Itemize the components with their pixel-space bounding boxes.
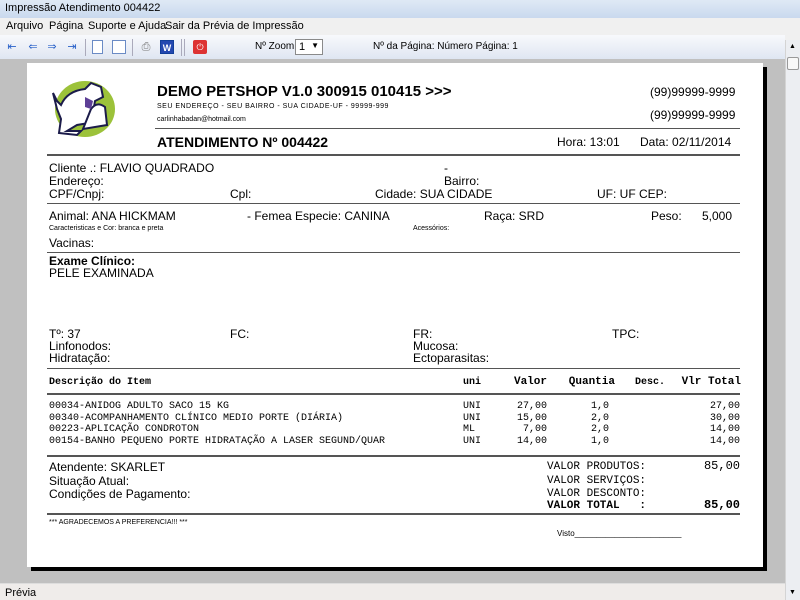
phone-2: (99)99999-9999 [650, 108, 736, 122]
two-pages-icon[interactable] [112, 40, 126, 54]
valor-produtos-label: VALOR PRODUTOS: [547, 461, 647, 473]
caracteristicas: Caracteristicas e Cor: branca e preta [49, 225, 164, 232]
window-title: Impressão Atendimento 004422 [0, 0, 800, 18]
company-email: carlinhabadan@hotmail.com [157, 116, 246, 123]
item-description: 00154-BANHO PEQUENO PORTE HIDRATAÇÃO A L… [49, 435, 386, 447]
cidade: Cidade: SUA CIDADE [375, 187, 493, 201]
close-preview-icon[interactable]: ⏻ [193, 40, 207, 54]
col-descricao: Descrição do Item [49, 377, 152, 388]
col-valor: Valor [513, 376, 547, 388]
bairro: Bairro: [444, 174, 480, 188]
item-description: 00034-ANIDOG ADULTO SACO 15 KG [49, 401, 230, 412]
first-page-icon[interactable]: ⇤ [5, 40, 19, 54]
visto-signature-line: Visto________________________ [557, 529, 682, 538]
raca: Raça: SRD [484, 209, 545, 223]
animal: Animal: ANA HICKMAM [49, 209, 176, 223]
petshop-logo [52, 81, 115, 137]
cpf: CPF/Cnpj: [49, 187, 105, 201]
valor-total: 85,00 [703, 498, 740, 512]
atendente: Atendente: SKARLET [49, 460, 166, 474]
company-address: SEU ENDEREÇO - SEU BAIRRO - SUA CIDADE-U… [157, 103, 389, 110]
cpl: Cpl: [230, 187, 252, 201]
item-quantity: 2,0 [590, 424, 609, 435]
item-value: 7,00 [522, 424, 547, 435]
menu-arquivo[interactable]: Arquivo [6, 20, 43, 32]
item-description: 00340-ACOMPANHAMENTO CLÍNICO MEDIO PORTE… [49, 412, 344, 424]
print-icon[interactable]: ⎙ [139, 40, 153, 54]
item-quantity: 1,0 [590, 401, 609, 412]
zoom-value: 1 [299, 41, 306, 53]
word-export-icon[interactable]: W [160, 40, 174, 54]
report-page: DEMO PETSHOP V1.0 300915 010415 >>> SEU … [27, 63, 763, 567]
item-value: 27,00 [516, 401, 547, 412]
cliente-dash: - [444, 161, 448, 175]
peso: 5,000 [702, 209, 733, 223]
col-quantia: Quantia [568, 376, 615, 388]
agradecimento: *** AGRADECEMOS A PREFERENCIA!!! *** [49, 519, 188, 526]
item-quantity: 2,0 [590, 412, 609, 424]
company-name: DEMO PETSHOP V1.0 300915 010415 >>> [157, 83, 452, 100]
menu-pagina[interactable]: Página [49, 20, 83, 32]
scroll-up-icon[interactable]: ▲ [789, 43, 796, 50]
hidratacao: Hidratação: [49, 351, 111, 365]
menu-sair[interactable]: Sair da Prévia de Impressão [165, 20, 304, 32]
item-unit: ML [463, 424, 476, 435]
item-total: 30,00 [709, 412, 740, 424]
single-page-icon[interactable] [92, 40, 103, 54]
item-unit: UNI [463, 401, 482, 412]
menu-bar: Arquivo Página Suporte e Ajuda Sair da P… [0, 18, 800, 35]
valor-produtos: 85,00 [703, 459, 740, 473]
chevron-down-icon: ▼ [311, 41, 319, 50]
toolbar: ⇤ ⇐ ⇒ ⇥ ⎙ W ⏻ Nº Zoom 1 ▼ Nº da Página: N… [0, 35, 785, 59]
hora: Hora: 13:01 [557, 135, 620, 149]
status-bar: Prévia [0, 583, 785, 600]
item-total: 27,00 [709, 401, 740, 412]
report-title: ATENDIMENTO Nº 004422 [157, 134, 329, 150]
item-total: 14,00 [709, 424, 740, 435]
item-unit: UNI [463, 412, 482, 424]
col-total: Vlr Total [681, 376, 741, 388]
data: Data: 02/11/2014 [640, 135, 732, 149]
valor-servicos-label: VALOR SERVIÇOS: [547, 475, 647, 487]
sexo-especie: - Femea Especie: CANINA [247, 209, 390, 223]
col-uni: uni [463, 377, 482, 388]
valor-total-label: VALOR TOTAL : [547, 500, 647, 512]
exame: PELE EXAMINADA [49, 266, 154, 280]
col-desc: Desc. [635, 377, 666, 388]
condicoes-pagamento: Condições de Pagamento: [49, 487, 191, 501]
prev-page-icon[interactable]: ⇐ [26, 40, 40, 54]
page-number-label: Nº da Página: Número Página: 1 [373, 41, 518, 52]
item-value: 14,00 [516, 435, 547, 447]
ectoparasitas: Ectoparasitas: [413, 351, 490, 365]
scroll-down-icon[interactable]: ▼ [789, 589, 796, 596]
acessorios: Acessórios: [413, 225, 450, 232]
situacao: Situação Atual: [49, 474, 130, 488]
zoom-select[interactable]: 1 ▼ [295, 39, 323, 55]
endereco: Endereço: [49, 174, 104, 188]
zoom-label: Nº Zoom [255, 41, 295, 52]
item-value: 15,00 [516, 412, 547, 424]
vertical-scrollbar[interactable]: ▲ ▼ [785, 40, 800, 600]
item-unit: UNI [463, 435, 482, 447]
uf-cep: UF: UF CEP: [597, 187, 668, 201]
vacinas: Vacinas: [49, 236, 95, 250]
item-description: 00223-APLICAÇÃO CONDROTON [49, 424, 200, 435]
scroll-thumb[interactable] [787, 57, 799, 70]
next-page-icon[interactable]: ⇒ [45, 40, 59, 54]
item-quantity: 1,0 [590, 435, 609, 447]
valor-desconto-label: VALOR DESCONTO: [547, 488, 647, 500]
fc: FC: [230, 327, 250, 341]
menu-suporte[interactable]: Suporte e Ajuda [88, 20, 166, 32]
tpc: TPC: [612, 327, 640, 341]
item-total: 14,00 [709, 435, 740, 447]
last-page-icon[interactable]: ⇥ [65, 40, 79, 54]
phone-1: (99)99999-9999 [650, 85, 736, 99]
peso-label: Peso: [651, 209, 682, 223]
cliente: Cliente .: FLAVIO QUADRADO [49, 161, 215, 175]
